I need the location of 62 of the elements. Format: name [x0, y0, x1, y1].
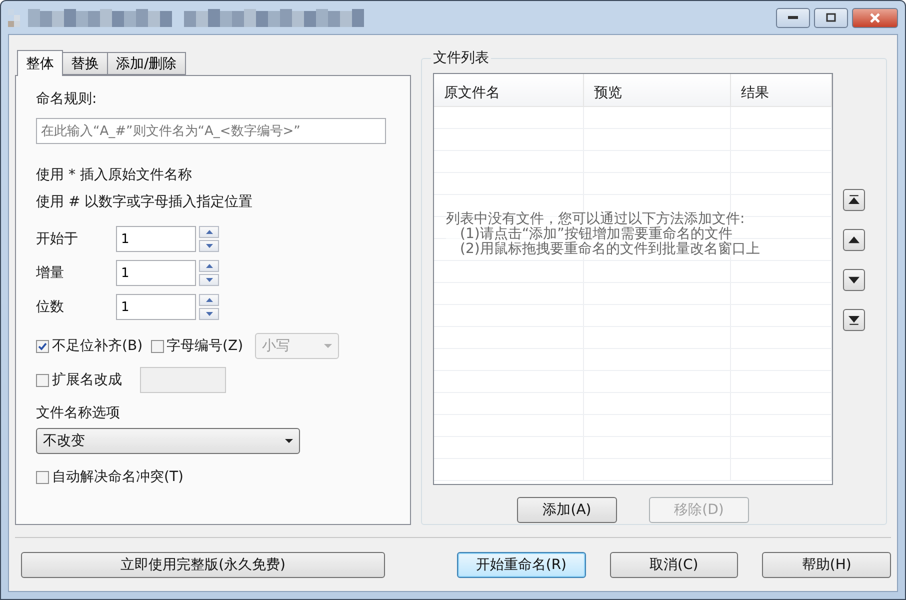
move-bottom-button[interactable] — [843, 309, 865, 331]
up-arrow-icon — [206, 298, 212, 302]
up-arrow-icon — [206, 230, 212, 234]
checkmark-icon — [37, 340, 48, 352]
checkbox[interactable] — [36, 374, 49, 386]
move-up-button[interactable] — [843, 229, 865, 251]
down-arrow-icon — [206, 278, 212, 282]
spin-up-button[interactable] — [199, 226, 219, 238]
field-label: 开始于 — [36, 230, 79, 248]
field-label: 增量 — [36, 264, 65, 282]
empty-message: (1)请点击“添加”按钮增加需要重命名的文件 — [446, 227, 732, 242]
move-bottom-icon — [847, 313, 861, 327]
spin-down-button[interactable] — [199, 274, 219, 286]
checkbox-label[interactable]: 扩展名改成 — [36, 371, 122, 389]
checkbox[interactable] — [36, 340, 49, 352]
naming-rule-field[interactable]: 在此输入“A_#”则文件名为“A_<数字编号>” — [36, 118, 386, 144]
empty-message: 列表中没有文件，您可以通过以下方法添加文件: — [446, 212, 745, 227]
dialog-button[interactable]: 取消(C) — [610, 552, 738, 578]
tab[interactable]: 替换 — [62, 52, 108, 75]
filename-option-dropdown[interactable]: 不改变 — [36, 428, 300, 454]
field-label: 命名规则: — [36, 90, 98, 108]
caret-icon — [285, 439, 293, 443]
column-header[interactable]: 结果 — [731, 74, 832, 106]
list-action-button[interactable]: 添加(A) — [517, 497, 617, 523]
dialog-button[interactable]: 开始重命名(R) — [456, 552, 586, 578]
maximize-icon — [826, 13, 836, 22]
close-button[interactable] — [852, 8, 898, 28]
spin-up-button[interactable] — [199, 294, 219, 306]
minimize-button[interactable] — [776, 8, 810, 28]
field-label: 位数 — [36, 298, 65, 316]
minimize-icon — [788, 16, 798, 20]
down-arrow-icon — [206, 312, 212, 316]
upgrade-button[interactable]: 立即使用完整版(永久免费) — [21, 552, 386, 578]
dialog-button[interactable]: 帮助(H) — [762, 552, 891, 578]
move-down-button[interactable] — [843, 269, 865, 291]
caret-icon — [324, 344, 332, 348]
checkbox-label[interactable]: 自动解决命名冲突(T) — [36, 468, 390, 486]
number-field[interactable]: 1 — [116, 260, 196, 286]
hint-text: 使用 * 插入原始文件名称 — [36, 166, 193, 185]
checkbox[interactable] — [150, 340, 164, 352]
up-arrow-icon — [206, 264, 212, 268]
number-field[interactable]: 1 — [116, 226, 196, 252]
group-title: 文件列表 — [432, 49, 490, 67]
move-top-icon — [847, 193, 861, 207]
column-header[interactable]: 原文件名 — [434, 74, 584, 106]
down-arrow-icon — [206, 244, 212, 248]
tab[interactable]: 整体 — [17, 50, 63, 76]
spin-down-button[interactable] — [199, 240, 219, 252]
checkbox-label[interactable]: 字母编号(Z) — [150, 337, 244, 355]
checkbox-label[interactable]: 不足位补齐(B) — [36, 337, 143, 355]
spin-up-button[interactable] — [199, 260, 219, 272]
move-top-button[interactable] — [843, 189, 865, 211]
tab[interactable]: 添加/删除 — [107, 52, 186, 75]
column-header[interactable]: 预览 — [584, 74, 731, 106]
field-label: 文件名称选项 — [36, 404, 121, 422]
checkbox[interactable] — [36, 470, 49, 484]
number-field[interactable]: 1 — [116, 294, 196, 320]
close-icon — [869, 12, 881, 22]
hint-text: 使用 # 以数字或字母插入指定位置 — [36, 193, 254, 212]
file-table[interactable]: 原文件名 预览 结果 列表中没有文件，您可以通过以下方法添加文件: (1)请点击“添加”按钮增加需要重命名的文件 (2)用鼠标拖拽要重命名的文件到批量改名窗口上 — [433, 73, 833, 485]
spin-down-button[interactable] — [199, 308, 219, 320]
maximize-button[interactable] — [814, 8, 848, 28]
